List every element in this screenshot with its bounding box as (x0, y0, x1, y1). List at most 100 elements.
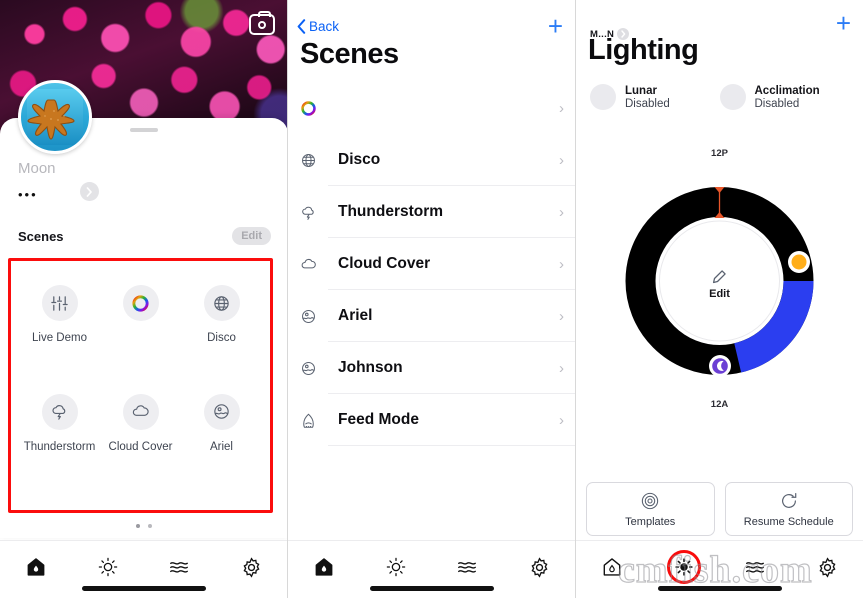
page-dot[interactable] (136, 524, 140, 528)
list-item[interactable]: Ariel › (288, 290, 575, 342)
sidebar-item-lighting[interactable] (86, 551, 130, 583)
sunset-water-glyph (302, 309, 315, 323)
scene-tile[interactable]: Thunderstorm (19, 393, 100, 503)
scene-tile[interactable]: Disco (181, 285, 262, 394)
home-indicator (369, 586, 494, 591)
sidebar-item-flow[interactable] (445, 551, 489, 583)
sunrise-handle[interactable] (788, 251, 810, 273)
list-item-label: Disco (338, 151, 381, 168)
panel-lighting: + M...N Lighting Lunar Disabled Acclimat… (576, 0, 863, 598)
sidebar-item-home[interactable] (14, 551, 58, 583)
schedule-dial[interactable]: 12P 12A Edit (576, 148, 863, 410)
color-wheel-icon (122, 285, 159, 321)
home-icon (27, 558, 45, 576)
list-item-label: Cloud Cover (338, 255, 431, 272)
page-title: Scenes (300, 38, 399, 70)
toggle-knob[interactable] (590, 84, 616, 110)
shark-glyph (303, 413, 314, 428)
sidebar-item-lighting[interactable] (374, 551, 418, 583)
gear-icon (819, 556, 836, 578)
scene-tile[interactable]: Live Demo (19, 285, 100, 394)
list-item[interactable]: › (288, 82, 575, 134)
scenes-section-header: Scenes Edit (18, 227, 271, 245)
refresh-icon (781, 492, 797, 508)
list-item[interactable]: Cloud Cover › (288, 238, 575, 290)
scene-tile[interactable] (100, 285, 181, 394)
sidebar-item-home[interactable] (590, 551, 634, 583)
scene-tile[interactable]: Cloud Cover (100, 393, 181, 503)
camera-lens (258, 20, 266, 29)
templates-button[interactable]: Templates (586, 482, 715, 536)
waves-icon (170, 562, 189, 573)
dial-graphic[interactable] (576, 148, 863, 410)
sunset-handle[interactable] (709, 355, 731, 377)
page-indicator (0, 524, 287, 528)
list-item-label: Ariel (338, 307, 373, 324)
gear-icon (531, 556, 548, 578)
color-wheel-glyph (132, 294, 149, 312)
sliders-icon (41, 285, 78, 321)
panel-home-dashboard: Moon ••• Scenes Edit Live Demo Disco Thu… (0, 0, 288, 598)
sidebar-item-settings[interactable] (517, 551, 561, 583)
chevron-right-icon[interactable] (80, 182, 99, 201)
starfish-image (27, 89, 83, 145)
sidebar-item-settings[interactable] (229, 551, 273, 583)
scene-tile-label: Thunderstorm (23, 440, 96, 453)
add-schedule-button[interactable]: + (836, 10, 851, 36)
toggle-text: Lunar Disabled (625, 85, 670, 110)
camera-icon[interactable] (249, 11, 275, 35)
chevron-right-icon: › (559, 411, 564, 429)
list-item[interactable]: Feed Mode › (288, 394, 575, 446)
resume-schedule-button[interactable]: Resume Schedule (724, 482, 853, 536)
storm-cloud-icon (300, 204, 326, 221)
cloud-glyph (132, 405, 149, 416)
globe-icon (203, 285, 240, 321)
panel-scenes-list: Back + Scenes › Disco › Thunderstorm › C… (288, 0, 576, 598)
color-wheel-icon (300, 100, 326, 117)
sunset-water-icon (203, 393, 240, 430)
chevron-right-icon: › (559, 307, 564, 325)
cloud-glyph (301, 258, 316, 268)
back-button[interactable]: Back (297, 19, 339, 34)
edit-button[interactable]: Edit (232, 227, 271, 245)
list-item-label: Johnson (338, 359, 403, 376)
tabbar (576, 540, 863, 598)
scene-tile-label: Disco (207, 332, 236, 344)
add-scene-button[interactable]: + (548, 13, 563, 39)
device-status-dots: ••• (18, 188, 38, 201)
sidebar-item-home[interactable] (302, 551, 346, 583)
waves-icon (458, 562, 477, 573)
sidebar-item-flow[interactable] (733, 551, 777, 583)
avatar[interactable] (18, 80, 92, 154)
sidebar-item-lighting[interactable] (662, 550, 706, 584)
home-icon (603, 558, 621, 576)
home-indicator (657, 586, 782, 591)
toggle-lunar[interactable]: Lunar Disabled (590, 84, 720, 110)
chevron-right-icon: › (559, 99, 564, 117)
globe-icon (300, 152, 326, 169)
sidebar-item-flow[interactable] (157, 551, 201, 583)
scene-tile[interactable]: Ariel (181, 393, 262, 503)
resume-schedule-label: Resume Schedule (743, 515, 834, 528)
sidebar-item-settings[interactable] (805, 551, 849, 583)
scene-tile-label: Live Demo (32, 332, 87, 344)
chevron-right-glyph (86, 186, 92, 197)
toggle-knob[interactable] (719, 84, 746, 110)
list-item-label: Feed Mode (338, 411, 419, 428)
page-dot[interactable] (148, 524, 152, 528)
chevron-right-icon: › (559, 203, 564, 221)
storm-cloud-glyph (302, 206, 314, 220)
chevron-left-icon (297, 18, 306, 34)
cloud-icon (300, 256, 326, 273)
dial-face[interactable] (659, 220, 780, 342)
list-item[interactable]: Thunderstorm › (288, 186, 575, 238)
list-item[interactable]: Disco › (288, 134, 575, 186)
home-icon (315, 558, 333, 576)
mode-toggles: Lunar Disabled Acclimation Disabled (590, 84, 849, 110)
toggle-acclimation[interactable]: Acclimation Disabled (719, 84, 850, 110)
sun-icon (674, 558, 693, 576)
list-item-label: Thunderstorm (338, 203, 444, 220)
toggle-state: Disabled (625, 97, 670, 110)
list-item[interactable]: Johnson › (288, 342, 575, 394)
sheet-grabber[interactable] (130, 128, 158, 132)
